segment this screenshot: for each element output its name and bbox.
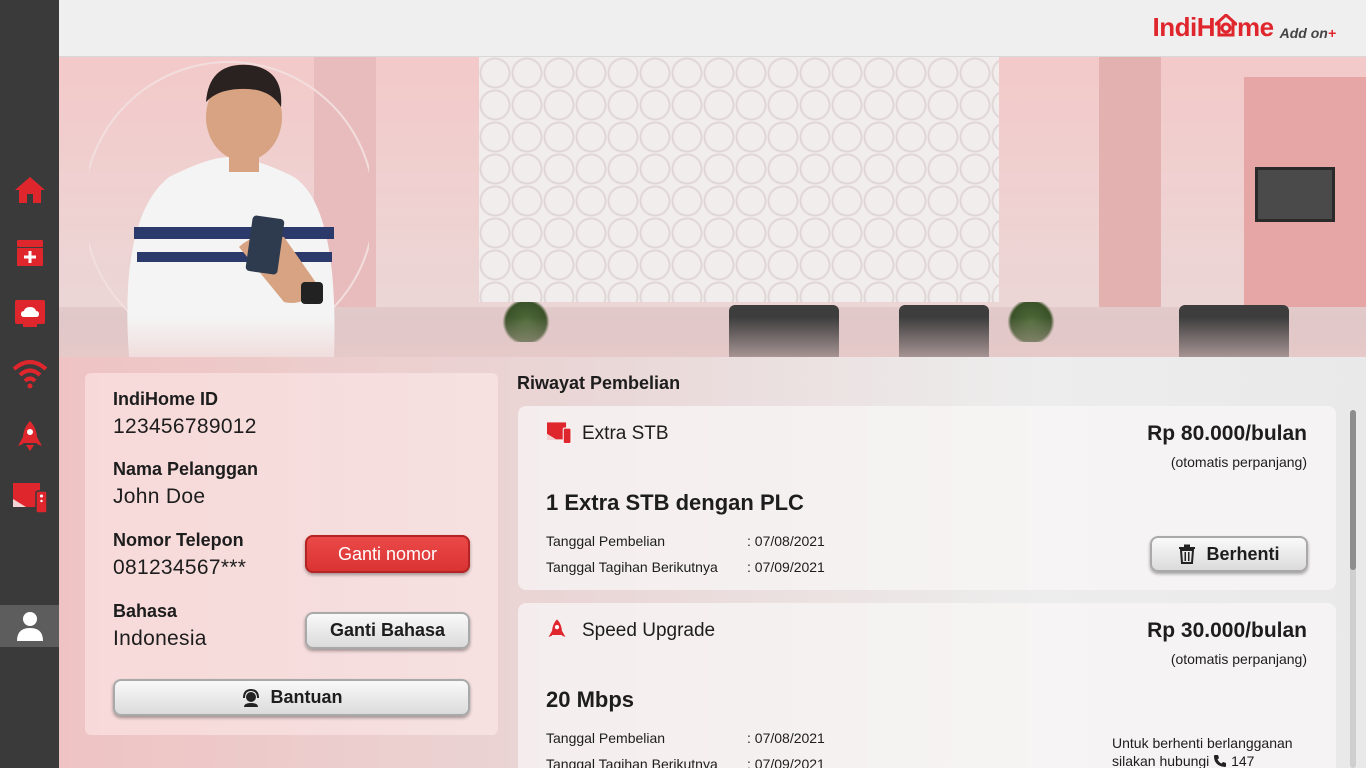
product-detail: 20 Mbps [546,687,635,712]
phone-number-label: Nomor Telepon [113,530,244,550]
rocket-icon [548,619,566,638]
purchase-date-value: : 07/08/2021 [747,533,825,549]
help-phone-number[interactable]: 147 [1231,753,1254,768]
wall-pattern [479,57,999,302]
sidebar-item-storage[interactable] [0,291,59,335]
hero-banner [59,57,1366,357]
product-name: Speed Upgrade [582,620,716,641]
auto-renew-note: (otomatis perpanjang) [1170,454,1307,470]
sidebar-item-stb[interactable] [0,476,59,520]
stb-icon [547,422,572,445]
change-language-button[interactable]: Ganti Bahasa [305,612,470,649]
house-o-icon [1212,12,1240,37]
help-button[interactable]: Bantuan [113,679,470,716]
language-label: Bahasa [113,601,178,621]
product-price: Rp 80.000/bulan [1147,422,1307,445]
trash-icon [1179,544,1196,564]
phone-number-value: 081234567*** [113,556,247,579]
purchase-history-title: Riwayat Pembelian [517,373,681,393]
top-bar: IndiH me Add on+ [59,0,1366,57]
wifi-icon [12,360,47,389]
next-bill-value: : 07/09/2021 [747,756,825,768]
sidebar-item-addon[interactable] [0,230,59,274]
headset-icon [242,688,259,707]
shelf-pillar [1099,57,1161,317]
history-scrollbar[interactable] [1350,410,1356,768]
user-icon [16,612,43,641]
change-phone-button[interactable]: Ganti nomor [305,535,470,573]
purchase-date-label: Tanggal Pembelian [546,533,666,549]
tv-screen [1255,167,1335,222]
sidebar-item-profile[interactable] [0,605,59,647]
sidebar-item-wifi[interactable] [0,352,59,396]
purchase-card-extra-stb: Extra STB Rp 80.000/bulan (otomatis perp… [518,406,1336,590]
language-value: Indonesia [113,627,207,650]
man-with-phone-illustration [89,61,369,357]
unsubscribe-help-text: Untuk berhenti berlangganan silakan hubu… [1112,735,1293,768]
next-bill-label: Tanggal Tagihan Berikutnya [546,756,718,768]
purchase-date-label: Tanggal Pembelian [546,730,666,746]
stb-icon [12,483,48,514]
product-price: Rp 30.000/bulan [1147,619,1307,642]
stop-subscription-button[interactable]: Berhenti [1150,536,1308,572]
next-bill-label: Tanggal Tagihan Berikutnya [546,559,718,575]
addon-box-icon [16,240,43,266]
product-detail: 1 Extra STB dengan PLC [546,490,804,515]
sidebar [0,0,59,768]
sidebar-item-home[interactable] [0,168,59,212]
addon-label: Add on+ [1279,25,1336,41]
cloud-storage-icon [14,300,45,327]
indihome-id-label: IndiHome ID [113,389,219,409]
next-bill-value: : 07/09/2021 [747,559,825,575]
purchase-date-value: : 07/08/2021 [747,730,825,746]
customer-name-value: John Doe [113,485,206,508]
home-icon [14,177,45,203]
indihome-addon-logo: IndiH me Add on+ [1152,12,1336,42]
scrollbar-thumb[interactable] [1350,410,1356,570]
phone-icon [1214,755,1227,767]
sidebar-item-speed[interactable] [0,414,59,458]
customer-name-label: Nama Pelanggan [113,459,259,479]
rocket-icon [17,421,42,451]
indihome-id-value: 123456789012 [113,415,257,438]
product-name: Extra STB [582,423,669,444]
auto-renew-note: (otomatis perpanjang) [1170,651,1307,667]
